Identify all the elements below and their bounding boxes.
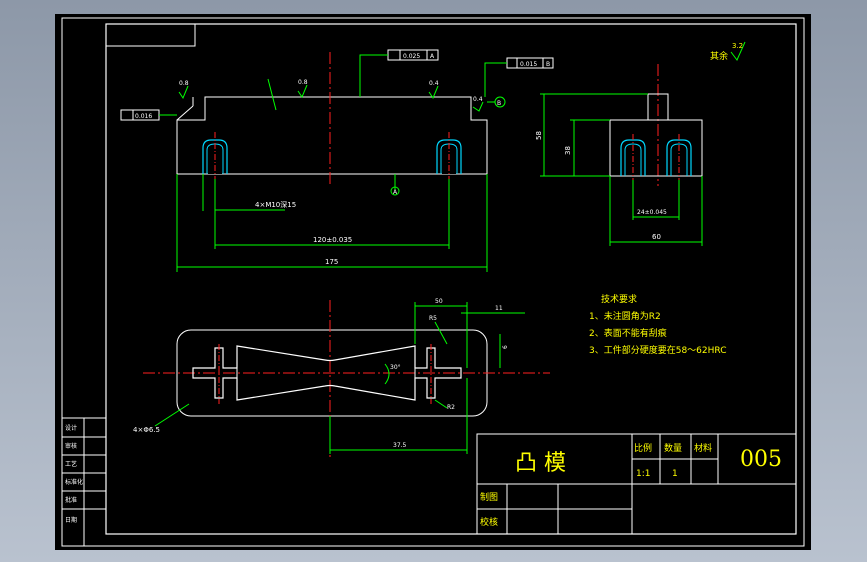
threaded-hole-left: [202, 132, 228, 179]
svg-text:24±0.045: 24±0.045: [637, 209, 667, 216]
svg-text:R2: R2: [447, 404, 455, 411]
svg-text:175: 175: [325, 258, 338, 266]
svg-text:B: B: [497, 100, 501, 107]
drawing-canvas: 设计 审核 工艺 标准化 批准 日期 其余 3.2 4×M10深15 120±0…: [61, 17, 805, 547]
svg-text:A: A: [393, 189, 398, 196]
roughness-remaining: 其余 3.2: [710, 41, 746, 62]
roughness-marks-front: 0.8 0.8 0.4 0.4: [178, 78, 484, 112]
drawn-by-label: 制图: [480, 491, 498, 503]
front-view: 4×M10深15 120±0.035 175 A 0.016 0.025 A 0…: [120, 49, 554, 272]
svg-text:30°: 30°: [390, 364, 401, 371]
svg-text:0.8: 0.8: [298, 79, 308, 86]
notes-item: 3、工件部分硬度要在58～62HRC: [589, 344, 727, 356]
tolerance-frame-parallel-2: 0.015 B: [484, 57, 554, 97]
svg-text:4×M10深15: 4×M10深15: [255, 200, 296, 209]
front-dimensions: 4×M10深15 120±0.035 175 A: [176, 174, 488, 272]
plan-view: 50 11 R5 6 30° R2 37.5 4×Φ6.5: [133, 298, 550, 460]
svg-text:R5: R5: [429, 315, 437, 322]
svg-text:4×Φ6.5: 4×Φ6.5: [133, 426, 160, 434]
scale-value: 1:1: [636, 469, 650, 479]
side-table-cell: 批准: [65, 496, 77, 504]
cad-viewport[interactable]: 设计 审核 工艺 标准化 批准 日期 其余 3.2 4×M10深15 120±0…: [55, 14, 811, 550]
drawing-number: 005: [740, 447, 782, 472]
title-block: 凸 模 比例 1:1 数量 1 材料 005 制图 校核: [476, 433, 797, 535]
side-view: 58 38 24±0.045 60: [535, 64, 703, 246]
threaded-hole-right: [436, 132, 462, 179]
scale-label: 比例: [634, 442, 652, 454]
svg-text:0.015: 0.015: [520, 61, 537, 68]
svg-text:120±0.035: 120±0.035: [313, 236, 352, 244]
svg-text:0.8: 0.8: [179, 80, 189, 87]
svg-text:0.4: 0.4: [473, 96, 483, 103]
inner-frame: [105, 23, 797, 535]
svg-text:其余: 其余: [710, 50, 728, 62]
plan-dimensions: 50 11 R5 6 30° R2 37.5 4×Φ6.5: [133, 298, 525, 454]
checked-by-label: 校核: [480, 516, 498, 528]
svg-text:0.4: 0.4: [429, 80, 439, 87]
side-hole-right: [666, 134, 692, 180]
svg-text:A: A: [430, 53, 435, 60]
svg-text:37.5: 37.5: [393, 442, 407, 449]
svg-text:60: 60: [652, 233, 661, 241]
tolerance-frame-parallel: 0.025 A: [359, 49, 439, 97]
svg-text:3.2: 3.2: [732, 42, 743, 50]
material-label: 材料: [694, 442, 712, 454]
svg-text:11: 11: [495, 305, 503, 312]
svg-text:6: 6: [502, 345, 509, 349]
side-dimensions: 58 38 24±0.045 60: [535, 93, 703, 246]
side-table-cell: 标准化: [65, 478, 83, 486]
side-hole-left: [620, 134, 646, 180]
svg-text:0.016: 0.016: [135, 113, 152, 120]
svg-text:58: 58: [535, 131, 543, 140]
svg-text:38: 38: [564, 146, 572, 155]
side-table-cell: 审核: [65, 442, 77, 450]
tolerance-frame-left: 0.016: [120, 109, 177, 121]
svg-text:50: 50: [435, 298, 443, 305]
datum-b-marker: B: [487, 96, 506, 108]
qty-label: 数量: [664, 442, 682, 454]
technical-notes: 技术要求 1、未注圆角为R2 2、表面不能有刮痕 3、工件部分硬度要在58～62…: [589, 293, 727, 356]
notes-heading: 技术要求: [601, 293, 637, 305]
notes-item: 1、未注圆角为R2: [589, 310, 661, 322]
top-left-box: [105, 23, 196, 47]
qty-value: 1: [672, 469, 678, 479]
svg-text:B: B: [546, 61, 550, 68]
part-name: 凸 模: [515, 451, 566, 476]
notes-item: 2、表面不能有刮痕: [589, 327, 667, 339]
side-table-cell: 工艺: [65, 460, 77, 468]
svg-text:0.025: 0.025: [403, 53, 420, 60]
side-table-cell: 设计: [65, 424, 77, 432]
side-info-table: 设计 审核 工艺 标准化 批准 日期: [62, 417, 106, 546]
side-table-cell: 日期: [65, 516, 77, 524]
